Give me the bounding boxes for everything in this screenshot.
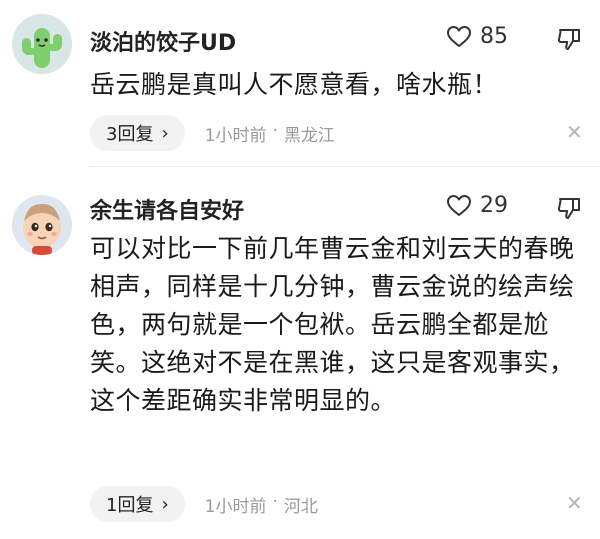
cartoon-baby-avatar-icon — [12, 195, 72, 255]
comment-time: 1小时前 — [204, 496, 267, 517]
divider — [90, 166, 600, 167]
thumbs-down-icon — [557, 198, 580, 219]
user-avatar[interactable] — [12, 195, 72, 255]
comment-time: 1小时前 — [204, 125, 267, 146]
username[interactable]: 淡泊的饺子UD — [90, 25, 236, 57]
like-button[interactable]: 29 — [446, 193, 508, 218]
comment-item: 余生请各自安好 29 可以对比一下前几年曹云金和刘云天的春晚相声，同样是十几分钟… — [0, 175, 600, 539]
cactus-avatar-icon — [12, 14, 72, 74]
user-avatar[interactable] — [12, 14, 72, 74]
comment-meta: 1回复 › 1小时前 · 河北 — [90, 486, 318, 522]
separator-dot: · — [272, 120, 278, 141]
comment-item: 淡泊的饺子UD 85 岳云鹏是真叫人不愿意看，啥水瓶！ 3回复 › 1小时前 ·… — [0, 0, 600, 160]
dislike-button[interactable] — [556, 196, 582, 224]
like-count: 85 — [480, 24, 508, 49]
reply-count-label: 1回复 — [106, 495, 154, 516]
comment-location: 黑龙江 — [283, 125, 335, 146]
comment-location: 河北 — [283, 496, 318, 517]
like-button[interactable]: 85 — [446, 24, 508, 49]
reply-count-label: 3回复 — [106, 124, 154, 145]
close-icon[interactable]: ✕ — [566, 120, 583, 144]
close-icon[interactable]: ✕ — [566, 491, 583, 515]
dislike-button[interactable] — [556, 27, 582, 55]
reply-count-button[interactable]: 3回复 › — [90, 115, 185, 151]
reply-count-button[interactable]: 1回复 › — [90, 486, 185, 522]
heart-outline-icon — [447, 25, 471, 47]
comment-text: 可以对比一下前几年曹云金和刘云天的春晚相声，同样是十几分钟，曹云金说的绘声绘色，… — [90, 234, 575, 415]
comment-meta: 3回复 › 1小时前 · 黑龙江 — [90, 115, 335, 151]
comment-text: 岳云鹏是真叫人不愿意看，啥水瓶！ — [90, 70, 499, 99]
time-location: 1小时前 · 河北 — [205, 492, 318, 517]
thumbs-down-icon — [557, 29, 580, 50]
separator-dot: · — [272, 491, 278, 512]
heart-outline-icon — [447, 194, 471, 216]
username[interactable]: 余生请各自安好 — [90, 193, 244, 225]
chevron-right-icon: › — [161, 493, 169, 515]
like-count: 29 — [480, 193, 508, 218]
chevron-right-icon: › — [161, 122, 169, 144]
time-location: 1小时前 · 黑龙江 — [205, 121, 335, 146]
